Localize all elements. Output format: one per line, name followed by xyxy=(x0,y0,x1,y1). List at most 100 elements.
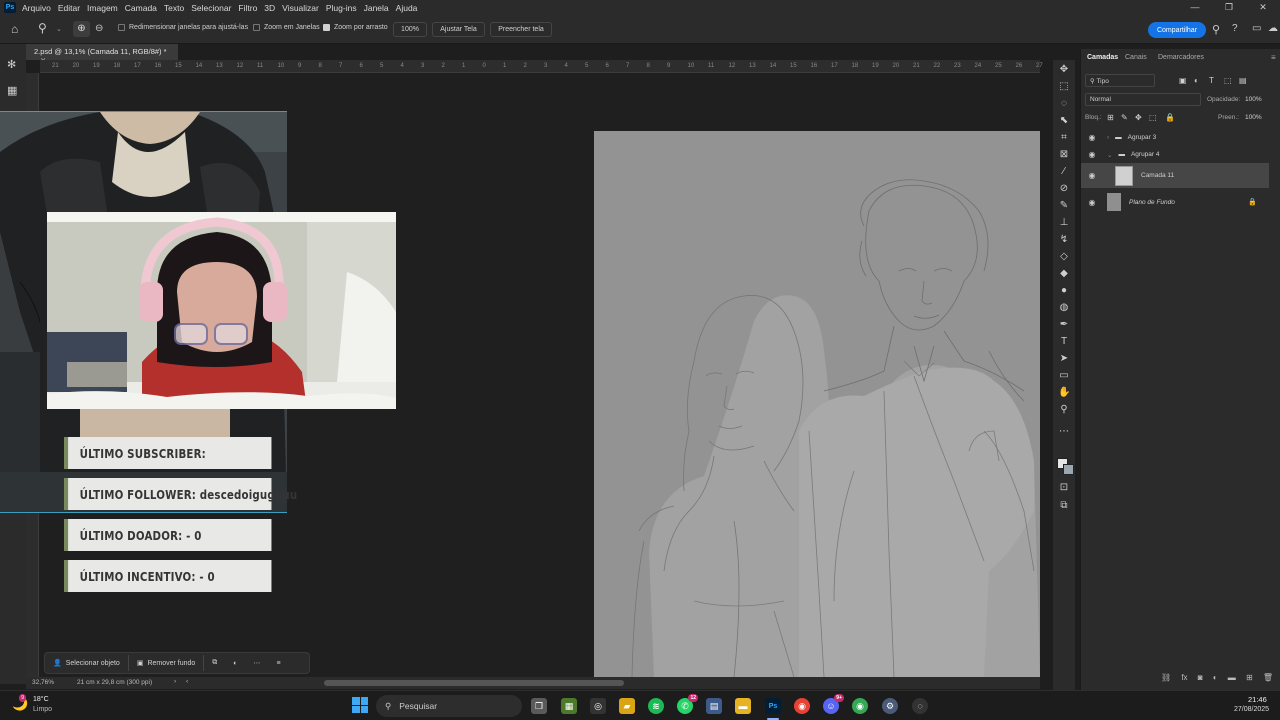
restore-icon[interactable]: ❐ xyxy=(1212,0,1246,15)
taskbar-search[interactable]: ⚲ Pesquisar xyxy=(376,695,522,717)
obs-icon[interactable]: ◎ xyxy=(590,698,606,714)
dodge-tool-icon[interactable]: ◍ xyxy=(1058,302,1070,314)
menu-visualizar[interactable]: Visualizar xyxy=(282,3,319,13)
blur-tool-icon[interactable]: ● xyxy=(1058,285,1070,297)
zoom-out-icon[interactable]: ⊖ xyxy=(95,21,103,37)
lasso-tool-icon[interactable]: ◌ xyxy=(1058,98,1070,110)
share-button[interactable]: Compartilhar xyxy=(1148,22,1206,38)
pen-tool-icon[interactable]: ✒ xyxy=(1058,319,1070,331)
eyedropper-icon[interactable]: ⁄ xyxy=(1058,166,1070,178)
menu-selecionar[interactable]: Selecionar xyxy=(191,3,231,13)
cloud-icon[interactable]: ☁ xyxy=(1268,23,1278,34)
panel-menu-icon[interactable]: ≡ xyxy=(1271,53,1276,62)
minecraft-icon[interactable]: ▦ xyxy=(561,698,577,714)
adjustment-layer-icon[interactable]: ◐ xyxy=(1213,673,1218,685)
spotify-icon[interactable]: ≋ xyxy=(648,698,664,714)
chevron-down-icon[interactable]: ⌄ xyxy=(1107,151,1112,159)
whatsapp-icon[interactable]: ✆ 12 xyxy=(677,694,698,714)
minimize-icon[interactable]: — xyxy=(1178,0,1212,15)
filter-shape-icon[interactable]: ⬚ xyxy=(1224,76,1232,85)
tools-gear-icon[interactable]: ✻ xyxy=(7,58,16,71)
visibility-eye-icon[interactable]: ◉ xyxy=(1087,150,1097,159)
select-subject-button[interactable]: 👤 Selecionar objeto xyxy=(45,655,129,671)
document-tab[interactable]: 2.psd @ 13,1% (Camada 11, RGB/8#) * ✕ xyxy=(26,44,178,65)
visibility-eye-icon[interactable]: ◉ xyxy=(1087,198,1097,207)
tab-camadas[interactable]: Camadas xyxy=(1087,54,1118,61)
menu-imagem[interactable]: Imagem xyxy=(87,3,118,13)
menu-3d[interactable]: 3D xyxy=(264,3,275,13)
healing-brush-icon[interactable]: ⊘ xyxy=(1058,183,1070,195)
brush-tool-icon[interactable]: ✎ xyxy=(1058,200,1070,212)
frame-tool-icon[interactable]: ⊠ xyxy=(1058,149,1070,161)
search-icon[interactable]: ⚲ xyxy=(1212,23,1220,36)
scrubby-zoom-checkbox[interactable] xyxy=(323,24,330,31)
path-select-icon[interactable]: ➤ xyxy=(1058,353,1070,365)
blend-mode-select[interactable]: Normal xyxy=(1085,93,1201,106)
fill-value[interactable]: 100% xyxy=(1245,114,1262,121)
settings-sliders-icon[interactable]: ≡ xyxy=(269,655,289,671)
menu-janela[interactable]: Janela xyxy=(364,3,389,13)
fx-icon[interactable]: fx xyxy=(1181,673,1187,685)
layer-row-agrupar-3[interactable]: ◉ › ▬ Agrupar 3 xyxy=(1081,129,1269,146)
filter-type-icon[interactable]: T xyxy=(1209,76,1214,85)
menu-arquivo[interactable]: Arquivo xyxy=(22,3,51,13)
chrome-profile-icon[interactable]: ◉ xyxy=(852,698,868,714)
resize-windows-checkbox[interactable] xyxy=(118,24,125,31)
menu-editar[interactable]: Editar xyxy=(58,3,80,13)
close-icon[interactable]: ✕ xyxy=(1246,0,1280,15)
link-icon[interactable]: ⛓ xyxy=(1161,673,1171,685)
chevron-left-icon[interactable]: ‹ xyxy=(186,678,188,685)
chevron-down-icon[interactable]: ⌄ xyxy=(56,25,62,33)
lock-transparent-icon[interactable]: ⊞ xyxy=(1107,113,1114,122)
mask-add-icon[interactable]: ◙ xyxy=(1198,673,1203,685)
remove-background-button[interactable]: ▣ Remover fundo xyxy=(129,655,205,671)
resize-windows-option[interactable]: Redimensionar janelas para ajustá-las xyxy=(118,24,248,31)
sticky-notes-icon[interactable]: ▰ xyxy=(619,698,635,714)
lock-all-icon[interactable]: 🔒 xyxy=(1165,113,1175,122)
quick-mask-icon[interactable]: ⊡ xyxy=(1058,482,1070,494)
fill-screen-button[interactable]: Preencher tela xyxy=(490,22,552,37)
discord-icon[interactable]: ☺ 9+ xyxy=(823,694,844,714)
photoshop-logo-icon[interactable]: Ps xyxy=(4,2,16,13)
stamp-tool-icon[interactable]: ⊥ xyxy=(1058,217,1070,229)
screen-mode-icon[interactable]: ⧉ xyxy=(1058,500,1070,512)
horizontal-scrollbar[interactable] xyxy=(324,680,624,686)
zoom-tool-icon[interactable]: ⚲ xyxy=(38,21,47,35)
chrome-icon[interactable]: ◉ xyxy=(794,698,810,714)
delete-layer-icon[interactable]: 🗑 xyxy=(1263,673,1273,685)
weather-widget[interactable]: 🌙 9 xyxy=(12,694,34,716)
menu-texto[interactable]: Texto xyxy=(164,3,184,13)
chevron-right-icon[interactable]: › xyxy=(174,678,176,685)
file-explorer-icon[interactable]: ▬ xyxy=(735,698,751,714)
app-icon[interactable]: ◌ xyxy=(912,698,928,714)
help-icon[interactable]: ? xyxy=(1232,23,1238,34)
bucket-tool-icon[interactable]: ◆ xyxy=(1058,268,1070,280)
menu-plugins[interactable]: Plug-ins xyxy=(326,3,357,13)
rectangle-tool-icon[interactable]: ▭ xyxy=(1058,370,1070,382)
crop-tool-icon[interactable]: ⌗ xyxy=(1058,132,1070,144)
scrubby-zoom-option[interactable]: Zoom por arrasto xyxy=(323,24,388,31)
zoom-all-checkbox[interactable] xyxy=(253,24,260,31)
history-brush-icon[interactable]: ↯ xyxy=(1058,234,1070,246)
marquee-tool-icon[interactable]: ⬚ xyxy=(1058,81,1070,93)
menu-ajuda[interactable]: Ajuda xyxy=(396,3,418,13)
eraser-tool-icon[interactable]: ◇ xyxy=(1058,251,1070,263)
document-canvas[interactable] xyxy=(594,131,1040,677)
layer-row-plano-de-fundo[interactable]: ◉ Plano de Fundo 🔒 xyxy=(1081,191,1269,213)
menu-camada[interactable]: Camada xyxy=(125,3,157,13)
layer-row-camada-11[interactable]: ◉ Camada 11 xyxy=(1081,163,1269,188)
zoom-all-option[interactable]: Zoom em Janelas xyxy=(253,24,320,31)
lock-artboard-icon[interactable]: ⬚ xyxy=(1149,113,1157,122)
home-icon[interactable]: ⌂ xyxy=(11,22,18,36)
windows-start-icon[interactable] xyxy=(352,697,368,713)
more-icon[interactable]: ⋯ xyxy=(246,655,269,671)
zoom-in-icon[interactable]: ⊕ xyxy=(73,21,90,37)
opacity-value[interactable]: 100% xyxy=(1245,96,1262,103)
background-color-swatch[interactable] xyxy=(1063,464,1074,475)
layer-filter-select[interactable]: ⚲ Tipo xyxy=(1085,74,1155,87)
tab-canais[interactable]: Canais xyxy=(1125,54,1147,61)
new-layer-icon[interactable]: ⊞ xyxy=(1246,673,1253,685)
hand-tool-icon[interactable]: ✋ xyxy=(1058,387,1070,399)
task-view-icon[interactable]: ❐ xyxy=(531,698,547,714)
move-tool-icon[interactable]: ✥ xyxy=(1058,64,1070,76)
